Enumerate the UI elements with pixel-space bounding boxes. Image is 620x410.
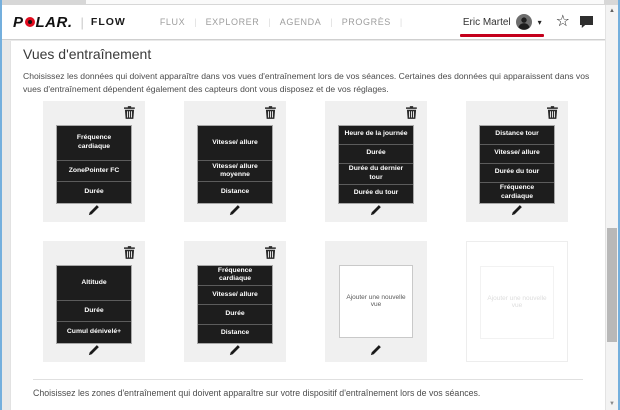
data-field: Vitesse/ allure moyenne [198, 160, 272, 181]
logo-divider: | [80, 14, 84, 30]
data-field: Vitesse/ allure [198, 285, 272, 304]
polar-logo-o-icon [24, 17, 35, 27]
data-field: Fréquence cardiaque [76, 134, 112, 150]
scroll-down-icon[interactable]: ▼ [606, 401, 618, 407]
intro-text: Choisissez les données qui doivent appar… [23, 71, 590, 95]
data-field: Altitude [81, 278, 107, 286]
page-title: Vues d'entraînement [23, 46, 152, 62]
polar-logo-text-rest: LAR. [35, 13, 73, 31]
data-field: Distance [198, 181, 272, 202]
trash-icon[interactable] [406, 105, 417, 119]
favorites-star-icon[interactable]: ☆ [556, 14, 570, 30]
browser-address-bar-edge [86, 0, 604, 4]
main-nav: FLUX | EXPLORER | AGENDA | PROGRÈS | [160, 17, 411, 27]
scrollbar-thumb[interactable] [607, 228, 617, 342]
browser-chrome-strip [0, 0, 620, 5]
nav-divider: | [330, 17, 333, 27]
data-field: Durée [339, 143, 413, 163]
window-border-left [0, 0, 2, 410]
data-field: ZonePointer FC [57, 160, 131, 181]
top-nav-bar: P LAR. | FLOW FLUX | EXPLORER | AGENDA | … [2, 5, 605, 40]
nav-divider: | [399, 17, 403, 27]
add-view-card-ghost: Ajouter une nouvelle vue [466, 240, 568, 362]
nav-item-agenda[interactable]: AGENDA [280, 17, 322, 27]
content-panel: Vues d'entraînement Choisissez les donné… [10, 41, 605, 410]
trash-icon[interactable] [547, 105, 558, 119]
edit-pencil-icon[interactable] [87, 343, 101, 357]
add-view-card: Ajouter une nouvelle vue [325, 240, 427, 362]
data-field: Durée du tour [339, 183, 413, 203]
add-view-panel-ghost: Ajouter une nouvelle vue [480, 265, 554, 339]
trash-icon[interactable] [265, 245, 276, 259]
device-view-preview: Altitude Durée Cumul dénivelé+ [56, 264, 132, 344]
data-field: Fréquence cardiaque [480, 181, 554, 203]
data-field: Vitesse/ allure [212, 138, 258, 146]
trash-icon[interactable] [265, 105, 276, 119]
edit-pencil-icon[interactable] [369, 343, 383, 357]
data-field: Durée du tour [480, 162, 554, 182]
nav-item-flux[interactable]: FLUX [160, 17, 185, 27]
feedback-chat-icon[interactable] [580, 16, 593, 28]
training-view-card: Fréquence cardiaque ZonePointer FC Durée [43, 100, 145, 222]
data-field: Durée [57, 300, 131, 321]
user-name: Eric Martel [462, 16, 511, 28]
edit-pencil-icon[interactable] [228, 203, 242, 217]
zones-note: Choisissez les zones d'entraînement qui … [33, 387, 481, 398]
data-field: Cumul dénivelé+ [57, 321, 131, 342]
training-view-card: Heure de la journée Durée Durée du dernier… [325, 100, 427, 222]
user-menu[interactable]: Eric Martel ▾ [459, 14, 544, 37]
device-view-preview: Distance tour Vitesse/ allure Durée du tou… [479, 124, 555, 204]
data-field: Vitesse/ allure [480, 143, 554, 163]
user-area: Eric Martel ▾ ☆ [459, 14, 597, 37]
training-view-card: Distance tour Vitesse/ allure Durée du tou… [466, 100, 568, 222]
data-field: Durée du dernier tour [339, 162, 413, 184]
edit-pencil-icon[interactable] [510, 203, 524, 217]
training-view-card: Fréquence cardiaque Vitesse/ allure Durée D… [184, 240, 286, 362]
device-view-preview: Heure de la journée Durée Durée du dernier… [338, 124, 414, 204]
training-view-card: Vitesse/ allure Vitesse/ allure moyenne Di… [184, 100, 286, 222]
nav-item-explorer[interactable]: EXPLORER [206, 17, 260, 27]
nav-item-progres[interactable]: PROGRÈS [342, 17, 391, 27]
polar-logo-text: P [13, 13, 24, 31]
data-field: Distance [198, 323, 272, 343]
edit-pencil-icon[interactable] [87, 203, 101, 217]
device-view-preview: Vitesse/ allure Vitesse/ allure moyenne Di… [197, 124, 273, 204]
scroll-up-icon[interactable]: ▲ [606, 8, 618, 14]
training-view-card: Altitude Durée Cumul dénivelé+ [43, 240, 145, 362]
nav-divider: | [194, 17, 197, 27]
views-grid: Fréquence cardiaque ZonePointer FC Durée Vi… [43, 100, 593, 362]
trash-icon[interactable] [124, 245, 135, 259]
flow-label: FLOW [90, 16, 126, 28]
data-field: Durée [198, 304, 272, 323]
trash-icon[interactable] [124, 105, 135, 119]
device-view-preview: Fréquence cardiaque Vitesse/ allure Durée D… [197, 264, 273, 344]
polar-logo[interactable]: P LAR. [13, 14, 73, 31]
data-field: Distance tour [495, 130, 539, 138]
edit-pencil-icon[interactable] [228, 343, 242, 357]
device-view-preview: Fréquence cardiaque ZonePointer FC Durée [56, 124, 132, 204]
section-divider [33, 378, 583, 380]
chevron-down-icon: ▾ [537, 17, 542, 27]
edit-pencil-icon[interactable] [369, 203, 383, 217]
data-field: Fréquence cardiaque [217, 266, 253, 283]
avatar [515, 14, 532, 30]
add-view-panel[interactable]: Ajouter une nouvelle vue [339, 264, 413, 338]
data-field: Heure de la journée [344, 130, 408, 138]
scrollbar[interactable]: ▲ ▼ [605, 5, 618, 410]
nav-divider: | [268, 17, 271, 27]
data-field: Durée [57, 181, 131, 202]
